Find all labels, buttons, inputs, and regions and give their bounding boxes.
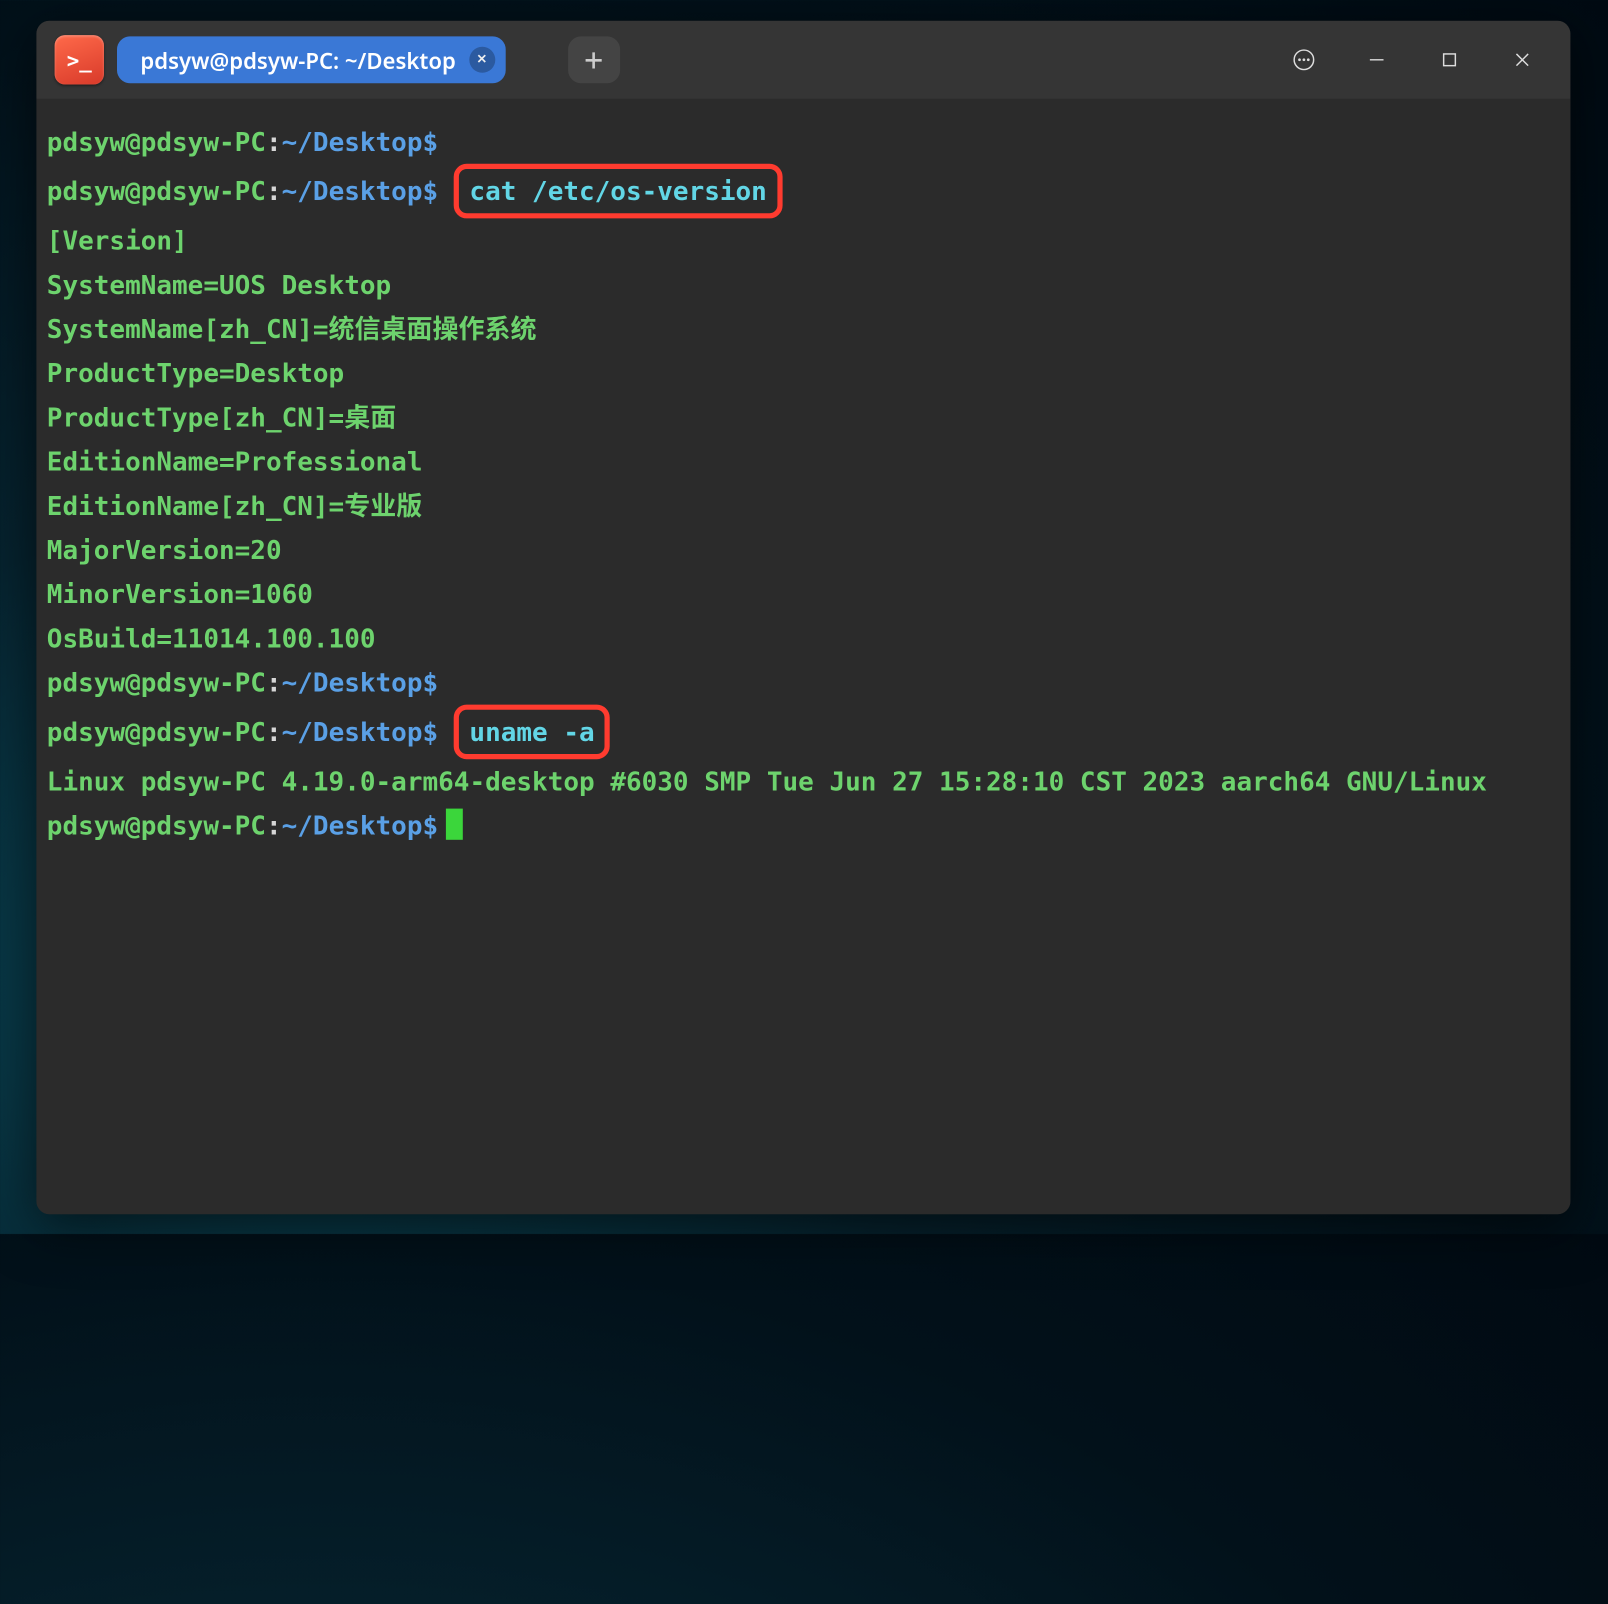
terminal-line: pdsyw@pdsyw-PC:~/Desktop$	[47, 120, 1560, 164]
highlighted-command: uname -a	[454, 705, 610, 760]
minimize-icon	[1365, 48, 1388, 71]
cursor	[446, 809, 463, 840]
prompt-path: ~/Desktop	[282, 810, 423, 841]
prompt-sigil: $	[422, 667, 438, 698]
minimize-button[interactable]	[1347, 30, 1407, 90]
terminal-output-line: MajorVersion=20	[47, 528, 1560, 572]
titlebar: >_ pdsyw@pdsyw-PC: ~/Desktop × +	[36, 21, 1570, 99]
new-tab-button[interactable]: +	[568, 36, 620, 83]
prompt-user: pdsyw@pdsyw-PC	[47, 667, 266, 698]
terminal-line: pdsyw@pdsyw-PC:~/Desktop$ uname -a	[47, 705, 1560, 760]
terminal-output-line: [Version]	[47, 218, 1560, 262]
terminal-output-line: OsBuild=11014.100.100	[47, 616, 1560, 660]
plus-icon: +	[584, 42, 603, 78]
close-button[interactable]	[1492, 30, 1552, 90]
prompt-user: pdsyw@pdsyw-PC	[47, 175, 266, 206]
terminal-output-line: MinorVersion=1060	[47, 572, 1560, 616]
prompt-path: ~/Desktop	[282, 126, 423, 157]
terminal-output-line: Linux pdsyw-PC 4.19.0-arm64-desktop #603…	[47, 759, 1560, 803]
terminal-output-line: ProductType[zh_CN]=桌面	[47, 395, 1560, 439]
close-tab-icon[interactable]: ×	[469, 47, 495, 73]
prompt-path: ~/Desktop	[282, 716, 423, 747]
prompt-path: ~/Desktop	[282, 175, 423, 206]
prompt-path: ~/Desktop	[282, 667, 423, 698]
app-icon: >_	[55, 35, 104, 84]
terminal-output-line: EditionName[zh_CN]=专业版	[47, 484, 1560, 528]
maximize-icon	[1438, 48, 1461, 71]
terminal-output-line: SystemName=UOS Desktop	[47, 263, 1560, 307]
ellipsis-circle-icon	[1292, 48, 1315, 71]
terminal-output-line: EditionName=Professional	[47, 439, 1560, 483]
terminal-window: >_ pdsyw@pdsyw-PC: ~/Desktop × + pdsyw@p…	[36, 21, 1570, 1214]
terminal-output-line: ProductType=Desktop	[47, 351, 1560, 395]
terminal-line: pdsyw@pdsyw-PC:~/Desktop$	[47, 660, 1560, 704]
maximize-button[interactable]	[1420, 30, 1480, 90]
prompt-sigil: $	[422, 810, 438, 841]
prompt-sigil: $	[422, 126, 438, 157]
terminal-line: pdsyw@pdsyw-PC:~/Desktop$ cat /etc/os-ve…	[47, 164, 1560, 219]
prompt-sigil: $	[422, 175, 438, 206]
tab-label: pdsyw@pdsyw-PC: ~/Desktop	[140, 45, 455, 75]
prompt-user: pdsyw@pdsyw-PC	[47, 126, 266, 157]
terminal-line: pdsyw@pdsyw-PC:~/Desktop$	[47, 803, 1560, 847]
prompt-user: pdsyw@pdsyw-PC	[47, 716, 266, 747]
prompt-user: pdsyw@pdsyw-PC	[47, 810, 266, 841]
terminal-output-line: SystemName[zh_CN]=统信桌面操作系统	[47, 307, 1560, 351]
prompt-sigil: $	[422, 716, 438, 747]
terminal-viewport[interactable]: pdsyw@pdsyw-PC:~/Desktop$pdsyw@pdsyw-PC:…	[36, 99, 1570, 1214]
tab-active[interactable]: pdsyw@pdsyw-PC: ~/Desktop ×	[117, 36, 505, 83]
menu-button[interactable]	[1274, 30, 1334, 90]
close-icon	[1511, 48, 1534, 71]
highlighted-command: cat /etc/os-version	[454, 164, 783, 219]
